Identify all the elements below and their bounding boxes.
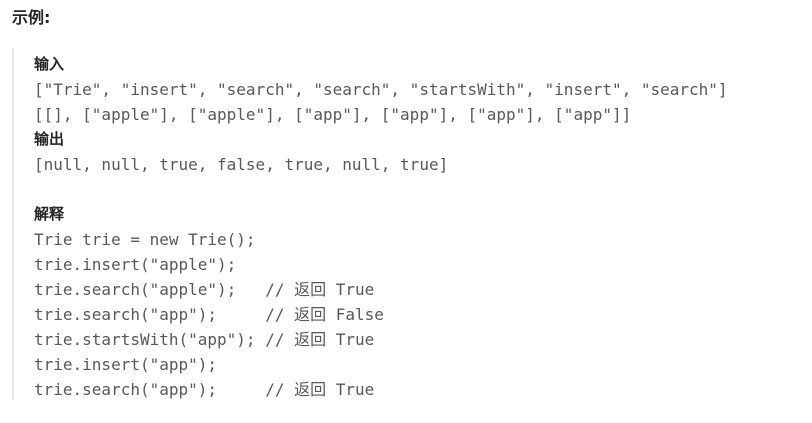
input-label: 输入 (34, 55, 65, 73)
output-label: 输出 (34, 130, 65, 148)
example-block: 输入 ["Trie", "insert", "search", "search"… (12, 48, 802, 400)
example-content: 输入 ["Trie", "insert", "search", "search"… (34, 52, 728, 402)
explain-line: trie.insert("app"); (34, 355, 218, 374)
explain-label: 解释 (34, 205, 65, 223)
example-heading: 示例: (12, 8, 51, 27)
input-methods-line: ["Trie", "insert", "search", "search", "… (34, 80, 728, 99)
blank-spacer (34, 177, 728, 202)
explain-line: trie.search("app"); // 返回 True (34, 380, 375, 399)
explain-line: trie.search("apple"); // 返回 True (34, 280, 375, 299)
explain-line: Trie trie = new Trie(); (34, 230, 256, 249)
explain-line: trie.insert("apple"); (34, 255, 237, 274)
input-args-line: [[], ["apple"], ["apple"], ["app"], ["ap… (34, 105, 632, 124)
explain-line: trie.startsWith("app"); // 返回 True (34, 330, 375, 349)
explain-line: trie.search("app"); // 返回 False (34, 305, 384, 324)
output-line: [null, null, true, false, true, null, tr… (34, 155, 449, 174)
